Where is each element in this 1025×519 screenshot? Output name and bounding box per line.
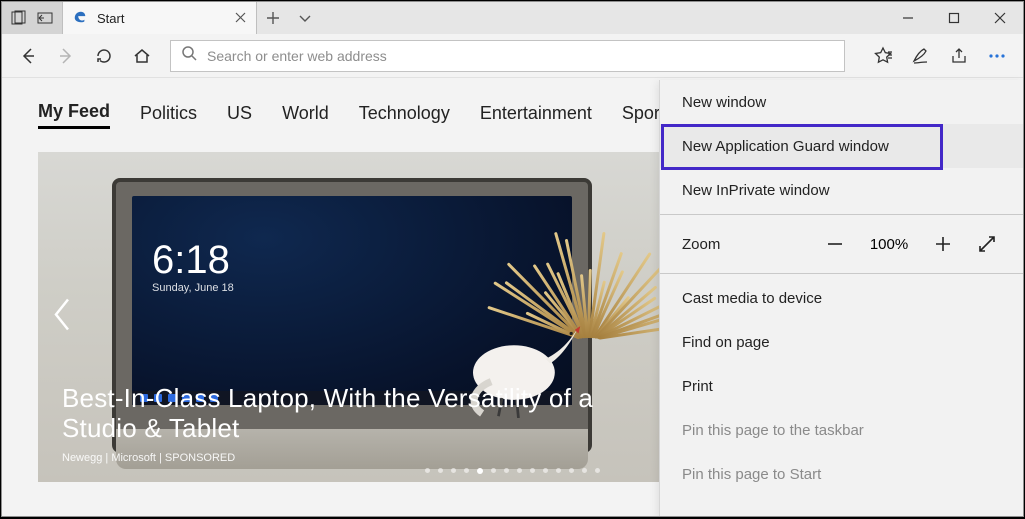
carousel-prev[interactable] bbox=[46, 292, 80, 343]
carousel-dot[interactable] bbox=[517, 468, 522, 473]
menu-separator bbox=[660, 214, 1023, 215]
tab-start[interactable]: Start bbox=[62, 2, 257, 34]
menu-new-window[interactable]: New window bbox=[660, 80, 1023, 124]
lockscreen-time: 6:18 bbox=[152, 240, 234, 280]
nav-entertainment[interactable]: Entertainment bbox=[480, 103, 592, 128]
share-button[interactable] bbox=[941, 38, 977, 74]
carousel-dot[interactable] bbox=[425, 468, 430, 473]
minimize-button[interactable] bbox=[885, 2, 931, 34]
nav-politics[interactable]: Politics bbox=[140, 103, 197, 128]
show-all-tabs-icon[interactable] bbox=[35, 8, 55, 28]
toolbar bbox=[2, 34, 1023, 78]
carousel-dot[interactable] bbox=[491, 468, 496, 473]
hero-headline[interactable]: Best-In-Class Laptop, With the Versatili… bbox=[62, 384, 642, 444]
tabs-aside-icon[interactable] bbox=[9, 8, 29, 28]
address-input[interactable] bbox=[205, 47, 834, 65]
menu-pin-taskbar: Pin this page to the taskbar bbox=[660, 408, 1023, 452]
address-bar[interactable] bbox=[170, 40, 845, 72]
nav-world[interactable]: World bbox=[282, 103, 329, 128]
menu-new-appguard[interactable]: New Application Guard window bbox=[660, 124, 1023, 168]
browser-window: Start bbox=[1, 1, 1024, 517]
carousel-dot[interactable] bbox=[595, 468, 600, 473]
carousel-dot[interactable] bbox=[543, 468, 548, 473]
more-button[interactable] bbox=[979, 38, 1015, 74]
favorites-button[interactable] bbox=[865, 38, 901, 74]
maximize-button[interactable] bbox=[931, 2, 977, 34]
zoom-value: 100% bbox=[865, 236, 913, 253]
carousel-dot[interactable] bbox=[477, 468, 483, 474]
carousel-dot[interactable] bbox=[464, 468, 469, 473]
more-menu: New window New Application Guard window … bbox=[659, 80, 1023, 517]
lockscreen-date: Sunday, June 18 bbox=[152, 282, 234, 294]
tab-title: Start bbox=[97, 11, 227, 26]
ink-button[interactable] bbox=[903, 38, 939, 74]
menu-print[interactable]: Print bbox=[660, 364, 1023, 408]
hero-text: Best-In-Class Laptop, With the Versatili… bbox=[62, 384, 642, 464]
window-controls bbox=[885, 2, 1023, 34]
new-tab-button[interactable] bbox=[257, 2, 289, 34]
carousel-dot[interactable] bbox=[530, 468, 535, 473]
nav-technology[interactable]: Technology bbox=[359, 103, 450, 128]
menu-new-inprivate[interactable]: New InPrivate window bbox=[660, 168, 1023, 212]
menu-cast[interactable]: Cast media to device bbox=[660, 276, 1023, 320]
edge-icon bbox=[73, 10, 89, 26]
refresh-button[interactable] bbox=[86, 38, 122, 74]
carousel-dot[interactable] bbox=[504, 468, 509, 473]
carousel-dot[interactable] bbox=[451, 468, 456, 473]
zoom-out-button[interactable] bbox=[821, 230, 849, 258]
tab-tools bbox=[2, 2, 62, 34]
menu-pin-start: Pin this page to Start bbox=[660, 452, 1023, 496]
carousel-dot[interactable] bbox=[556, 468, 561, 473]
fullscreen-button[interactable] bbox=[973, 230, 1001, 258]
tab-actions bbox=[257, 2, 321, 34]
carousel-dot[interactable] bbox=[569, 468, 574, 473]
nav-us[interactable]: US bbox=[227, 103, 252, 128]
nav-my-feed[interactable]: My Feed bbox=[38, 101, 110, 129]
toolbar-actions bbox=[865, 38, 1015, 74]
forward-button[interactable] bbox=[48, 38, 84, 74]
menu-zoom-row: Zoom 100% bbox=[660, 217, 1023, 271]
back-button[interactable] bbox=[10, 38, 46, 74]
window-close-button[interactable] bbox=[977, 2, 1023, 34]
title-bar: Start bbox=[2, 2, 1023, 34]
carousel-dot[interactable] bbox=[582, 468, 587, 473]
home-button[interactable] bbox=[124, 38, 160, 74]
zoom-label: Zoom bbox=[682, 236, 805, 253]
menu-separator bbox=[660, 273, 1023, 274]
hero-byline: Newegg | Microsoft | SPONSORED bbox=[62, 452, 642, 464]
tab-preview-button[interactable] bbox=[289, 2, 321, 34]
search-icon bbox=[181, 45, 197, 66]
tab-close-button[interactable] bbox=[235, 10, 246, 26]
carousel-dot[interactable] bbox=[438, 468, 443, 473]
zoom-in-button[interactable] bbox=[929, 230, 957, 258]
menu-find[interactable]: Find on page bbox=[660, 320, 1023, 364]
